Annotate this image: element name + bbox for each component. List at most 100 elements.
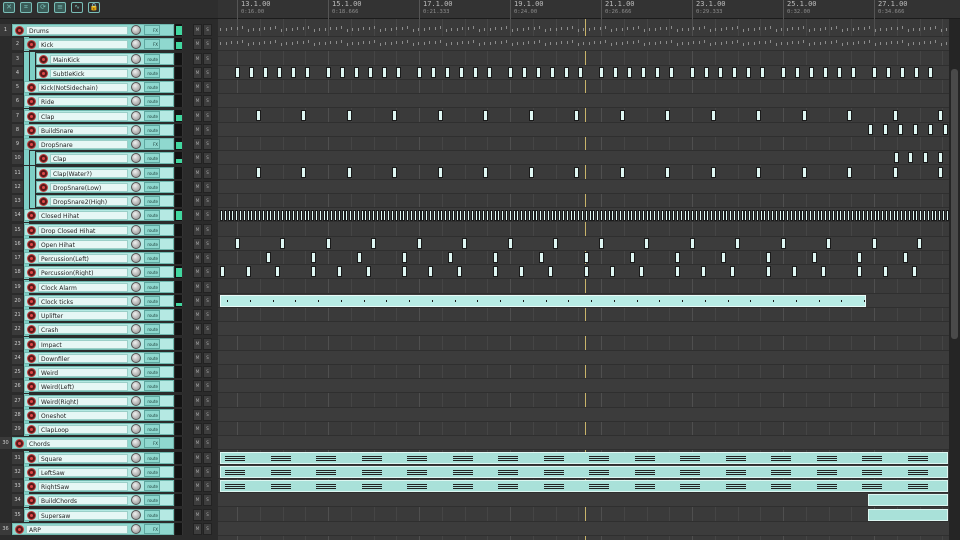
- track-lane[interactable]: [218, 109, 949, 123]
- hihat-item[interactable]: [311, 210, 315, 222]
- routing-button[interactable]: route: [144, 295, 160, 306]
- media-item[interactable]: [584, 252, 589, 263]
- volume-knob[interactable]: [131, 224, 141, 235]
- hihat-item[interactable]: [277, 210, 280, 222]
- media-item[interactable]: [886, 66, 891, 78]
- track-header[interactable]: ClapLoop route: [24, 423, 174, 435]
- hihat-item[interactable]: [387, 210, 391, 222]
- hihat-item[interactable]: [581, 210, 584, 222]
- record-arm-icon[interactable]: [27, 97, 36, 107]
- solo-button[interactable]: S: [203, 38, 212, 51]
- solo-button[interactable]: S: [203, 180, 212, 193]
- media-item[interactable]: [746, 66, 751, 78]
- track-name-field[interactable]: Clap(Water?): [50, 168, 128, 178]
- mute-button[interactable]: M: [193, 380, 202, 393]
- hihat-item[interactable]: [706, 210, 710, 222]
- media-item[interactable]: [305, 66, 310, 78]
- hihat-item[interactable]: [835, 210, 839, 222]
- hihat-item[interactable]: [220, 210, 223, 222]
- hihat-item[interactable]: [493, 210, 497, 222]
- hihat-item[interactable]: [539, 210, 543, 222]
- hihat-item[interactable]: [569, 210, 573, 222]
- hihat-item[interactable]: [767, 210, 771, 222]
- hihat-item[interactable]: [919, 210, 923, 222]
- mute-button[interactable]: M: [193, 508, 202, 521]
- track-header[interactable]: Clock Alarm route: [24, 280, 174, 293]
- hihat-item[interactable]: [725, 210, 729, 222]
- hihat-item[interactable]: [258, 210, 261, 222]
- media-item[interactable]: [883, 123, 888, 135]
- track-row[interactable]: 18 Percussion(Right) route M S: [0, 265, 218, 280]
- record-arm-icon[interactable]: [27, 40, 36, 50]
- media-item[interactable]: [641, 66, 646, 78]
- buildchords-item[interactable]: [868, 494, 948, 507]
- hihat-item[interactable]: [246, 210, 250, 222]
- hihat-item[interactable]: [489, 210, 493, 222]
- routing-button[interactable]: route: [144, 367, 160, 377]
- volume-knob[interactable]: [131, 53, 141, 64]
- routing-button[interactable]: route: [144, 124, 160, 135]
- track-number[interactable]: 24: [12, 351, 23, 364]
- vertical-scrollbar[interactable]: [949, 19, 960, 540]
- hihat-item[interactable]: [334, 210, 337, 222]
- media-item[interactable]: [382, 66, 387, 78]
- track-number[interactable]: 25: [12, 366, 23, 378]
- track-header[interactable]: Oneshot route: [24, 408, 174, 421]
- hihat-item[interactable]: [546, 210, 550, 222]
- hihat-item[interactable]: [242, 210, 246, 222]
- record-arm-icon[interactable]: [39, 168, 48, 178]
- solo-button[interactable]: S: [203, 209, 212, 222]
- mute-button[interactable]: M: [193, 95, 202, 108]
- hihat-item[interactable]: [676, 210, 679, 222]
- media-item[interactable]: [473, 66, 478, 78]
- media-item[interactable]: [732, 66, 737, 78]
- hihat-item[interactable]: [280, 210, 284, 222]
- mute-button[interactable]: M: [193, 309, 202, 321]
- track-header[interactable]: DropSnare2(High) route: [36, 195, 174, 207]
- mute-button[interactable]: M: [193, 123, 202, 136]
- hihat-item[interactable]: [588, 210, 592, 222]
- hihat-item[interactable]: [904, 210, 907, 222]
- record-arm-icon[interactable]: [27, 111, 36, 121]
- media-item[interactable]: [220, 266, 225, 278]
- media-item[interactable]: [627, 66, 632, 78]
- media-item[interactable]: [894, 152, 899, 164]
- record-arm-icon[interactable]: [27, 368, 36, 377]
- track-name-field[interactable]: MainKick: [50, 54, 128, 64]
- solo-button[interactable]: S: [203, 66, 212, 79]
- track-number[interactable]: 19: [12, 280, 23, 293]
- track-name-field[interactable]: Impact: [38, 339, 128, 349]
- media-item[interactable]: [539, 252, 544, 263]
- solo-button[interactable]: S: [203, 81, 212, 93]
- track-header[interactable]: Closed Hihat route: [24, 209, 174, 222]
- track-name-field[interactable]: Open Hihat: [38, 239, 128, 249]
- volume-knob[interactable]: [131, 367, 141, 377]
- hihat-item[interactable]: [850, 210, 854, 222]
- media-item[interactable]: [943, 123, 948, 135]
- media-item[interactable]: [914, 66, 919, 78]
- volume-knob[interactable]: [131, 167, 141, 178]
- track-number[interactable]: 6: [12, 95, 23, 108]
- hihat-item[interactable]: [683, 210, 687, 222]
- media-item[interactable]: [781, 66, 786, 78]
- track-row[interactable]: 5 Kick(NotSidechain) route M S: [0, 80, 218, 94]
- track-lane[interactable]: [218, 52, 949, 66]
- volume-knob[interactable]: [131, 25, 141, 35]
- hihat-item[interactable]: [364, 210, 368, 222]
- track-row[interactable]: 16 Open Hihat route M S: [0, 236, 218, 251]
- hihat-item[interactable]: [911, 210, 915, 222]
- media-item[interactable]: [912, 266, 917, 278]
- hihat-item[interactable]: [649, 210, 653, 222]
- mute-button[interactable]: M: [193, 266, 202, 279]
- hihat-item[interactable]: [600, 210, 603, 222]
- record-arm-icon[interactable]: [27, 482, 36, 491]
- hihat-item[interactable]: [885, 210, 888, 222]
- track-name-field[interactable]: Drums: [26, 26, 128, 35]
- hihat-item[interactable]: [531, 210, 535, 222]
- track-header[interactable]: Clap route: [24, 109, 174, 122]
- track-header[interactable]: Crash route: [24, 323, 174, 336]
- media-item[interactable]: [872, 237, 877, 249]
- hihat-item[interactable]: [337, 210, 341, 222]
- hihat-item[interactable]: [702, 210, 706, 222]
- hihat-item[interactable]: [467, 210, 470, 222]
